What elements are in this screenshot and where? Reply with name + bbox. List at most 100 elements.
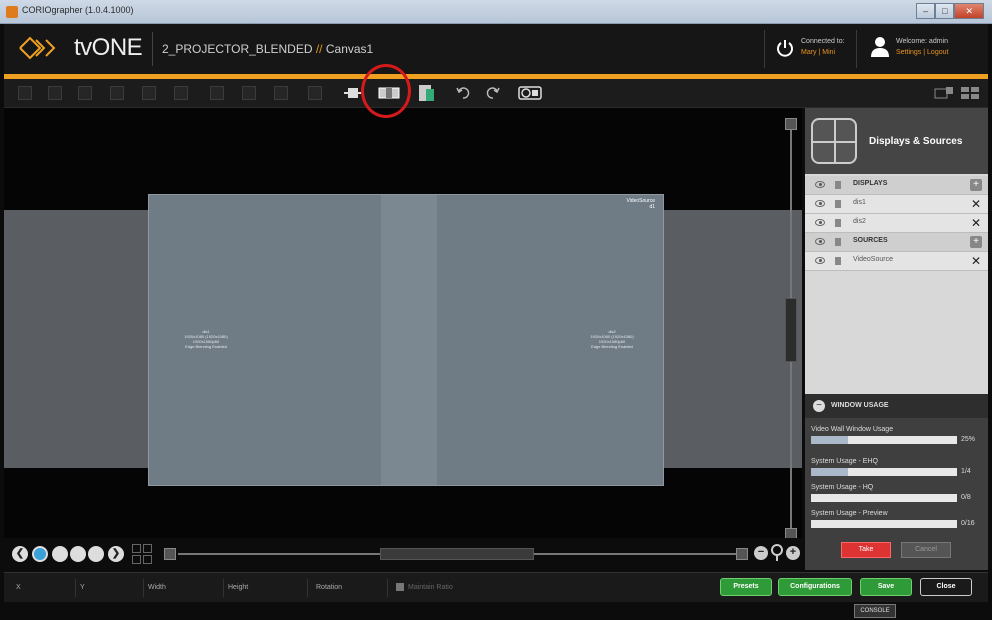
layers-icon[interactable] xyxy=(418,84,436,102)
close-button[interactable]: Close xyxy=(920,578,972,596)
view-icon[interactable] xyxy=(934,86,954,100)
scroll-left-button[interactable] xyxy=(164,548,176,560)
scroll-right-button[interactable] xyxy=(736,548,748,560)
canvas-dot[interactable] xyxy=(52,546,68,562)
tree-group-sources[interactable]: SOURCES + xyxy=(805,233,988,252)
align-left-icon[interactable] xyxy=(18,86,32,100)
user-icon xyxy=(871,37,889,57)
eye-icon[interactable] xyxy=(815,200,825,207)
fit-icon[interactable] xyxy=(308,86,322,100)
usage-fill xyxy=(811,436,848,444)
close-window-button[interactable]: ✕ xyxy=(954,3,984,19)
blend-zone xyxy=(381,195,437,485)
toolbar xyxy=(4,79,988,108)
canvas-dot[interactable] xyxy=(88,546,104,562)
grid-icon[interactable] xyxy=(132,544,152,564)
tree-group-displays[interactable]: DISPLAYS + xyxy=(805,176,988,195)
rotation-field[interactable] xyxy=(348,579,388,597)
eye-icon[interactable] xyxy=(815,257,825,264)
tree-item[interactable]: dis1 ✕ xyxy=(805,195,988,214)
video-source-window[interactable]: VideoSource d1 dis1 1920x1080 (1920x1080… xyxy=(148,194,664,486)
redo-icon[interactable] xyxy=(486,86,500,100)
usage-value: 0/16 xyxy=(961,520,975,527)
link-separator: | xyxy=(923,49,926,56)
horizontal-scroll-thumb[interactable] xyxy=(380,548,534,560)
center-icon[interactable] xyxy=(274,86,288,100)
x-label: X xyxy=(16,584,21,591)
eye-icon[interactable] xyxy=(815,238,825,245)
usage-header[interactable]: − WINDOW USAGE xyxy=(805,394,988,418)
save-button[interactable]: Save xyxy=(860,578,912,596)
window-title: CORIOgrapher (1.0.4.1000) xyxy=(22,5,134,15)
minimize-button[interactable]: – xyxy=(916,3,936,19)
tree-label: dis1 xyxy=(853,199,866,206)
maintain-ratio-checkbox[interactable] xyxy=(396,583,404,591)
crop-icon[interactable] xyxy=(344,86,362,100)
zoom-out-button[interactable]: − xyxy=(754,546,768,560)
align-right-icon[interactable] xyxy=(78,86,92,100)
distribute-v-icon[interactable] xyxy=(242,86,256,100)
align-top-icon[interactable] xyxy=(110,86,124,100)
align-middle-icon[interactable] xyxy=(142,86,156,100)
scroll-up-button[interactable] xyxy=(785,118,797,130)
console-button[interactable]: CONSOLE xyxy=(854,604,896,618)
add-icon[interactable]: + xyxy=(970,236,982,248)
x-field[interactable] xyxy=(24,579,76,597)
add-icon[interactable]: + xyxy=(970,179,982,191)
eye-icon[interactable] xyxy=(815,181,825,188)
canvas-dot[interactable] xyxy=(70,546,86,562)
height-label: Height xyxy=(228,584,249,591)
tree-item[interactable]: VideoSource ✕ xyxy=(805,252,988,271)
scroll-thumb[interactable] xyxy=(785,298,797,362)
lock-icon[interactable] xyxy=(835,181,841,189)
video-source-sub: d1 xyxy=(649,204,655,210)
logout-link[interactable]: Logout xyxy=(927,49,948,56)
distribute-h-icon[interactable] xyxy=(210,86,224,100)
width-field[interactable] xyxy=(174,579,224,597)
canvas-nav-strip: ❮ ❯ − + xyxy=(4,538,802,570)
remove-icon[interactable]: ✕ xyxy=(971,197,981,211)
height-field[interactable] xyxy=(258,579,308,597)
zoom-icon xyxy=(771,544,783,561)
collapse-icon[interactable]: − xyxy=(813,400,825,412)
undo-icon[interactable] xyxy=(456,86,470,100)
zoom-in-button[interactable]: + xyxy=(786,546,800,560)
next-canvas-button[interactable]: ❯ xyxy=(108,546,124,562)
logo-text: tvONE xyxy=(74,34,143,61)
display-grid-icon xyxy=(811,118,857,164)
connected-value[interactable]: Mary | Mini xyxy=(801,49,835,56)
divider xyxy=(152,32,153,66)
usage-bar xyxy=(811,520,957,528)
align-center-icon[interactable] xyxy=(48,86,62,100)
settings-link[interactable]: Settings xyxy=(896,49,921,56)
canvas-area[interactable]: VideoSource d1 dis1 1920x1080 (1920x1080… xyxy=(4,108,802,570)
cancel-button[interactable]: Cancel xyxy=(901,542,951,558)
tree-item[interactable]: dis2 ✕ xyxy=(805,214,988,233)
take-button[interactable]: Take xyxy=(841,542,891,558)
vertical-scrollbar[interactable] xyxy=(784,116,798,542)
lock-icon[interactable] xyxy=(835,219,841,227)
lock-icon[interactable] xyxy=(835,257,841,265)
preview-icon[interactable] xyxy=(518,86,542,100)
eye-icon[interactable] xyxy=(815,219,825,226)
video-source-label: VideoSource d1 xyxy=(626,198,655,210)
canvas-dot[interactable] xyxy=(32,546,48,562)
power-icon[interactable] xyxy=(776,39,794,57)
window-controls: – □ ✕ xyxy=(916,3,984,19)
configurations-button[interactable]: Configurations xyxy=(778,578,852,596)
maximize-button[interactable]: □ xyxy=(935,3,955,19)
y-label: Y xyxy=(80,584,85,591)
lock-icon[interactable] xyxy=(835,238,841,246)
divider xyxy=(764,30,765,68)
lock-icon[interactable] xyxy=(835,200,841,208)
presets-button[interactable]: Presets xyxy=(720,578,772,596)
layout-icon[interactable] xyxy=(960,86,980,100)
welcome-text: Welcome: admin xyxy=(896,38,949,45)
remove-icon[interactable]: ✕ xyxy=(971,254,981,268)
tree-label: DISPLAYS xyxy=(853,180,888,187)
y-field[interactable] xyxy=(90,579,144,597)
align-bottom-icon[interactable] xyxy=(174,86,188,100)
usage-label: Video Wall Window Usage xyxy=(811,426,894,433)
remove-icon[interactable]: ✕ xyxy=(971,216,981,230)
prev-canvas-button[interactable]: ❮ xyxy=(12,546,28,562)
